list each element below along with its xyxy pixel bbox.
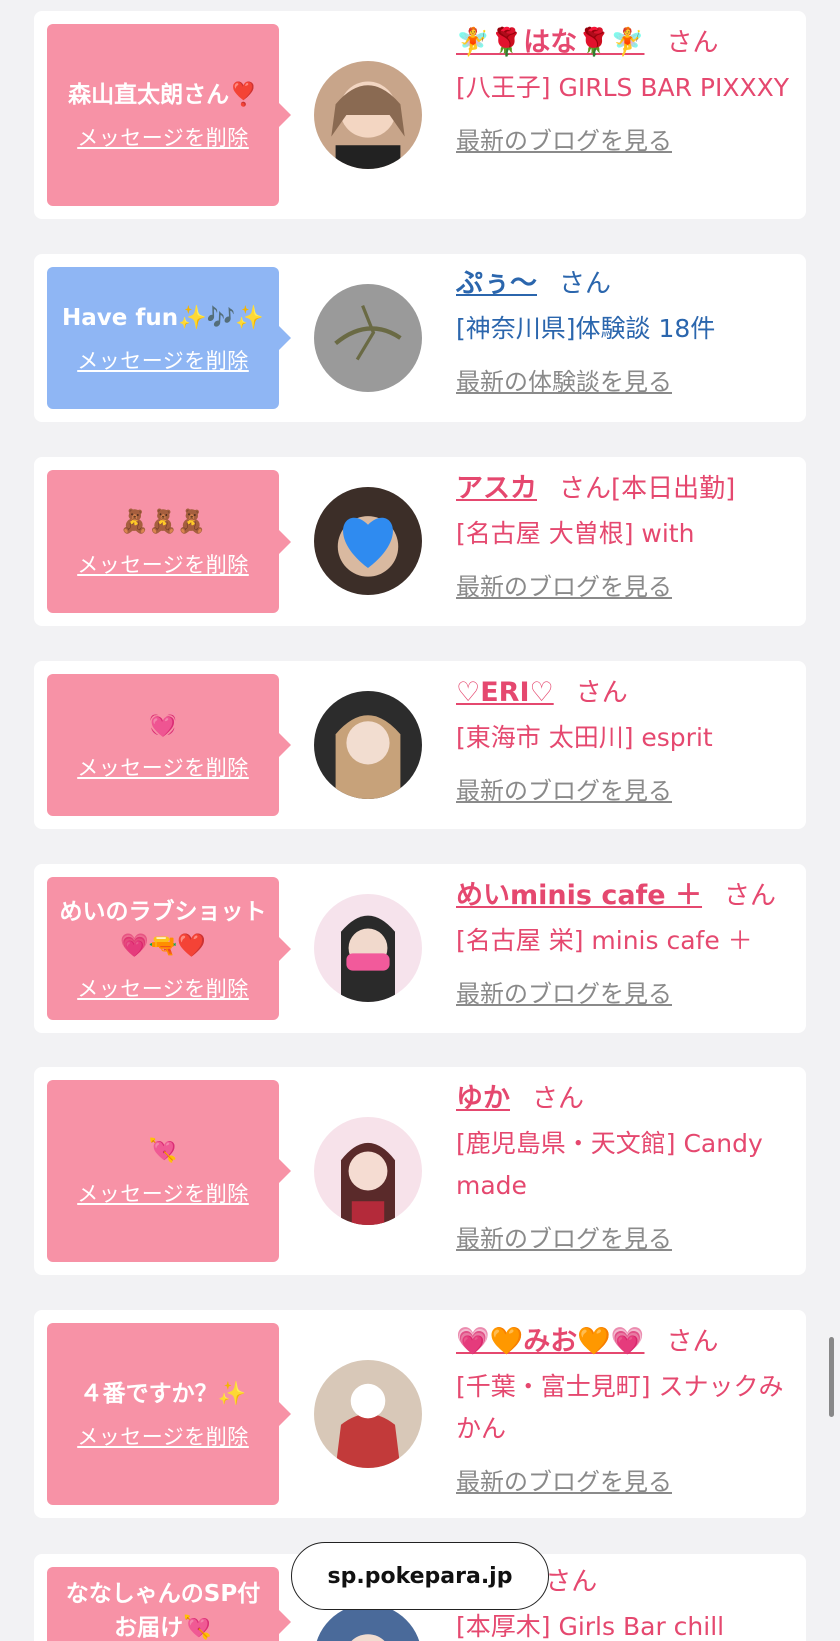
- avatar[interactable]: [314, 894, 422, 1002]
- shop-info: [名古屋 大曽根] with: [456, 519, 695, 548]
- delete-message-link[interactable]: メッセージを削除: [77, 122, 249, 152]
- sender-info: めいminis cafe ＋ さん [名古屋 栄] minis cafe ＋ 最新…: [456, 876, 796, 1009]
- sender-name[interactable]: ゆか: [456, 1083, 510, 1114]
- message-text: 🧸🧸🧸: [120, 508, 206, 535]
- message-bubble: めいのラブショット💗🔫❤️ メッセージを削除: [47, 877, 291, 1020]
- shop-info: [鹿児島県・天文館] Candy made: [456, 1129, 763, 1200]
- message-card: Have fun✨🎶✨ メッセージを削除 ぷぅ〜 さん [神奈川県]体験談 18件…: [34, 254, 806, 422]
- delete-message-link[interactable]: メッセージを削除: [77, 549, 249, 579]
- message-bubble: Have fun✨🎶✨ メッセージを削除: [47, 267, 291, 409]
- delete-message-link[interactable]: メッセージを削除: [77, 973, 249, 1003]
- message-bubble: ななしゃんのSP付 お届け💘: [47, 1567, 291, 1641]
- sender-name[interactable]: ♡ERI♡: [456, 677, 554, 708]
- avatar[interactable]: [314, 691, 422, 799]
- message-text: 💘: [148, 1138, 178, 1164]
- sender-info: 🧚🌹はな🌹🧚 さん [八王子] GIRLS BAR PIXXXY 最新のブログを見…: [456, 23, 796, 156]
- shop-info: [千葉・富士見町] スナックみかん: [456, 1372, 784, 1443]
- attendance-status: [本日出勤]: [611, 474, 736, 504]
- honorific: さん: [559, 269, 612, 299]
- message-card: 💓 メッセージを削除 ♡ERI♡ さん [東海市 太田川] esprit 最新のブ…: [34, 661, 806, 829]
- avatar[interactable]: [314, 61, 422, 169]
- message-text: ななしゃんのSP付 お届け💘: [65, 1581, 261, 1641]
- latest-blog-link[interactable]: 最新のブログを見る: [456, 567, 672, 602]
- message-bubble: 🧸🧸🧸 メッセージを削除: [47, 470, 291, 613]
- browser-url-bar[interactable]: sp.pokepara.jp: [291, 1542, 549, 1610]
- shop-info: [東海市 太田川] esprit: [456, 723, 713, 752]
- shop-info: [名古屋 栄] minis cafe ＋: [456, 926, 753, 955]
- sender-info: アスカ さん[本日出勤] [名古屋 大曽根] with 最新のブログを見る: [456, 469, 796, 602]
- latest-blog-link[interactable]: 最新のブログを見る: [456, 974, 672, 1009]
- honorific: さん: [575, 678, 628, 708]
- message-card: 🧸🧸🧸 メッセージを削除 アスカ さん[本日出勤] [名古屋 大曽根] with …: [34, 457, 806, 626]
- sender-info: ぷぅ〜 さん [神奈川県]体験談 18件 最新の体験談を見る: [456, 264, 796, 397]
- message-bubble: 💘 メッセージを削除: [47, 1080, 291, 1262]
- honorific: さん: [545, 1567, 598, 1597]
- latest-blog-link[interactable]: 最新のブログを見る: [456, 1462, 672, 1497]
- sender-name[interactable]: アスカ: [456, 473, 537, 504]
- honorific: さん: [559, 474, 612, 504]
- honorific: さん: [532, 1084, 585, 1114]
- delete-message-link[interactable]: メッセージを削除: [77, 1178, 249, 1208]
- message-text: めいのラブショット💗🔫❤️: [59, 898, 267, 959]
- shop-info: [神奈川県]体験談 18件: [456, 314, 716, 343]
- avatar[interactable]: [314, 1360, 422, 1468]
- sender-name[interactable]: めいminis cafe ＋: [456, 880, 702, 911]
- sender-name[interactable]: 🧚🌹はな🌹🧚: [456, 27, 644, 58]
- honorific: さん: [666, 28, 719, 58]
- shop-info: [本厚木] Girls Bar chill: [456, 1612, 725, 1641]
- url-text: sp.pokepara.jp: [327, 1563, 513, 1589]
- sender-info: 💗🧡みお🧡💗 さん [千葉・富士見町] スナックみかん 最新のブログを見る: [456, 1322, 796, 1497]
- message-card: ４番ですか？✨ メッセージを削除 💗🧡みお🧡💗 さん [千葉・富士見町] スナック…: [34, 1310, 806, 1518]
- delete-message-link[interactable]: メッセージを削除: [77, 1421, 249, 1451]
- message-card: めいのラブショット💗🔫❤️ メッセージを削除 めいminis cafe ＋ さん …: [34, 864, 806, 1033]
- avatar[interactable]: [314, 1117, 422, 1225]
- avatar[interactable]: [314, 487, 422, 595]
- latest-blog-link[interactable]: 最新のブログを見る: [456, 121, 672, 156]
- shop-info: [八王子] GIRLS BAR PIXXXY: [456, 73, 789, 102]
- delete-message-link[interactable]: メッセージを削除: [77, 752, 249, 782]
- message-text: 💓: [148, 712, 178, 738]
- message-bubble: ４番ですか？✨ メッセージを削除: [47, 1323, 291, 1505]
- message-card: 💘 メッセージを削除 ゆか さん [鹿児島県・天文館] Candy made 最新…: [34, 1067, 806, 1275]
- sender-name[interactable]: 💗🧡みお🧡💗: [456, 1326, 644, 1357]
- message-text: Have fun✨🎶✨: [61, 305, 265, 331]
- latest-blog-link[interactable]: 最新のブログを見る: [456, 1219, 672, 1254]
- delete-message-link[interactable]: メッセージを削除: [77, 345, 249, 375]
- sender-info: ♡ERI♡ さん [東海市 太田川] esprit 最新のブログを見る: [456, 673, 796, 806]
- latest-review-link[interactable]: 最新の体験談を見る: [456, 362, 672, 397]
- sender-name[interactable]: ぷぅ〜: [456, 268, 537, 299]
- scrollbar[interactable]: [829, 1337, 834, 1417]
- message-bubble: 森山直太朗さん❣️ メッセージを削除: [47, 24, 291, 206]
- message-text: ４番ですか？✨: [79, 1381, 247, 1407]
- message-card: 森山直太朗さん❣️ メッセージを削除 🧚🌹はな🌹🧚 さん [八王子] GIRLS …: [34, 11, 806, 219]
- message-text: 森山直太朗さん❣️: [68, 82, 258, 108]
- message-bubble: 💓 メッセージを削除: [47, 674, 291, 816]
- avatar[interactable]: [314, 284, 422, 392]
- honorific: さん: [724, 881, 777, 911]
- latest-blog-link[interactable]: 最新のブログを見る: [456, 771, 672, 806]
- sender-info: ゆか さん [鹿児島県・天文館] Candy made 最新のブログを見る: [456, 1079, 796, 1254]
- honorific: さん: [666, 1327, 719, 1357]
